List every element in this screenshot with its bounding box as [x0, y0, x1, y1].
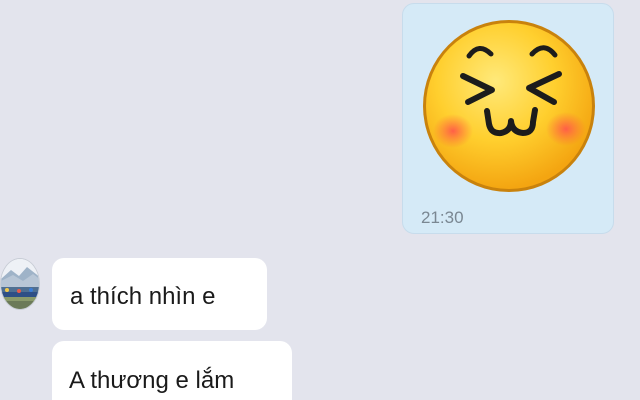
sent-sticker-message[interactable]: 21:30: [402, 3, 614, 234]
received-message-bubble[interactable]: A thương e lắm: [52, 341, 292, 400]
laughing-emoji-sticker-icon: [423, 20, 595, 192]
message-text: a thích nhìn e: [70, 283, 216, 310]
avatar-image-icon: [1, 259, 39, 309]
avatar[interactable]: [0, 258, 40, 310]
received-message-bubble[interactable]: a thích nhìn e: [52, 258, 267, 330]
message-time: 21:30: [421, 208, 464, 227]
message-text: A thương e lắm: [69, 367, 235, 394]
chat-area: 21:30 a thích nhìn e A thương e lắm: [0, 0, 640, 400]
